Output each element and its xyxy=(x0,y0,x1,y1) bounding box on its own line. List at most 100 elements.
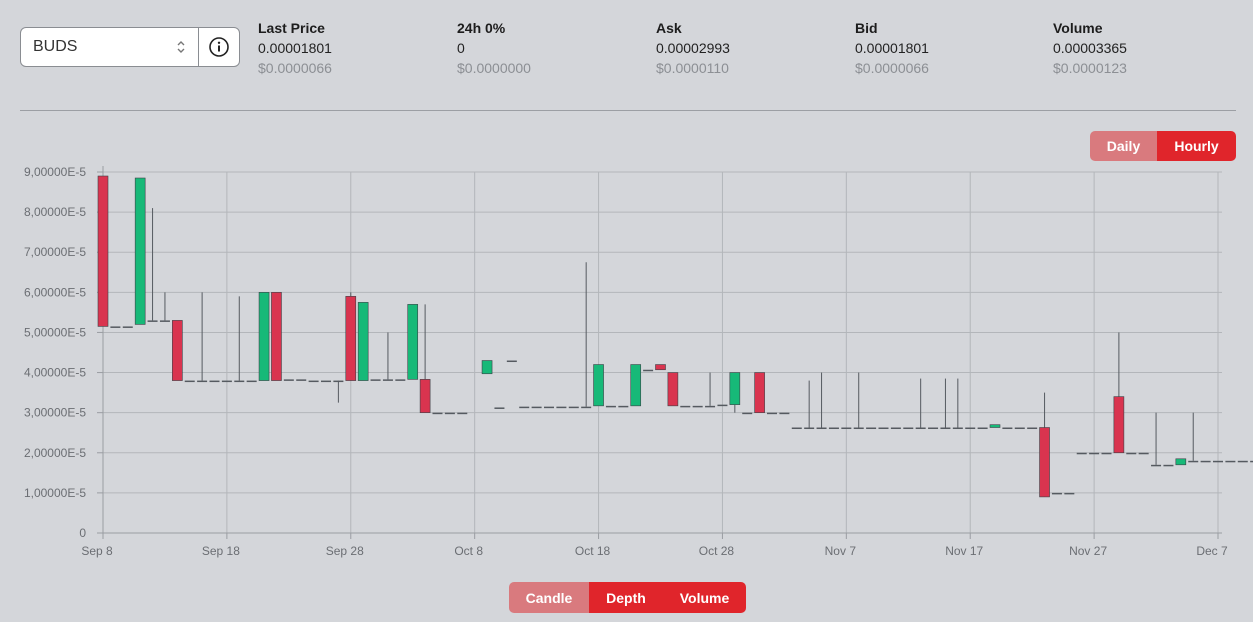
info-icon xyxy=(209,37,229,57)
candle-body xyxy=(866,427,877,430)
candle-body xyxy=(197,380,208,383)
candle-body xyxy=(457,412,468,415)
candle-body xyxy=(989,424,1001,428)
stat-ask: Ask 0.00002993 $0.0000110 xyxy=(656,18,730,78)
candle-body xyxy=(742,412,753,415)
stat-24h-change: 24h 0% 0 $0.0000000 xyxy=(457,18,531,78)
candle-body xyxy=(221,380,232,383)
candle-body xyxy=(1089,452,1100,455)
candle-body xyxy=(283,379,294,381)
candle-body xyxy=(692,405,703,408)
candle-body xyxy=(1064,492,1075,495)
candle-body xyxy=(1076,452,1087,455)
candle-body xyxy=(630,364,642,407)
stat-label: Last Price xyxy=(258,20,325,36)
x-tick-label: Oct 28 xyxy=(699,544,735,558)
stat-last-price: Last Price 0.00001801 $0.0000066 xyxy=(258,18,332,78)
candle-body xyxy=(531,406,542,409)
x-tick-label: Nov 7 xyxy=(825,544,857,558)
candle-body xyxy=(1101,452,1112,455)
candle-body xyxy=(593,364,604,407)
candlestick-chart: 0 1,00000E-5 2,00000E-5 3,00000E-5 4,00000E-… xyxy=(24,165,1253,558)
candle-button[interactable]: Candle xyxy=(509,582,589,613)
candle-body xyxy=(444,412,455,415)
y-tick-label: 4,00000E-5 xyxy=(24,366,86,380)
candle-body xyxy=(296,379,307,381)
token-select[interactable]: BUDS xyxy=(21,28,199,66)
candle-body xyxy=(258,292,270,381)
candle-body xyxy=(1188,460,1199,463)
candle-body xyxy=(246,380,257,383)
candle-body xyxy=(1163,464,1174,467)
candle-body xyxy=(1151,464,1162,467)
candle-body xyxy=(828,427,839,430)
candle-body xyxy=(853,427,864,430)
candle-body xyxy=(159,320,170,322)
candle-body xyxy=(568,406,579,409)
candle-body xyxy=(234,380,245,383)
token-select-value: BUDS xyxy=(33,38,78,55)
candle-body xyxy=(977,427,988,430)
header-divider xyxy=(20,110,1236,111)
candle-body xyxy=(680,405,691,408)
candle-body xyxy=(333,380,344,383)
volume-button[interactable]: Volume xyxy=(663,582,746,613)
stat-usd-value: $0.0000066 xyxy=(258,60,332,76)
x-tick-label: Nov 17 xyxy=(945,544,983,558)
candle-body xyxy=(791,427,802,430)
candle-body xyxy=(667,372,679,407)
stat-label: 24h 0% xyxy=(457,20,506,36)
stat-bid: Bid 0.00001801 $0.0000066 xyxy=(855,18,929,78)
candle-body xyxy=(841,427,852,430)
candle-body xyxy=(1175,458,1187,466)
y-tick-label: 2,00000E-5 xyxy=(24,446,86,460)
candle-body xyxy=(1027,427,1038,430)
stat-usd-value: $0.0000066 xyxy=(855,60,929,76)
y-tick-label: 6,00000E-5 xyxy=(24,285,86,299)
x-tick-label: Sep 18 xyxy=(202,544,240,558)
x-tick-label: Sep 8 xyxy=(81,544,113,558)
candle-body xyxy=(97,175,109,327)
x-tick-label: Nov 27 xyxy=(1069,544,1107,558)
candle-body xyxy=(308,380,319,383)
candle-body xyxy=(271,292,282,381)
info-button[interactable] xyxy=(199,28,239,66)
candle-body xyxy=(890,427,901,430)
candle-body xyxy=(556,406,567,409)
x-tick-label: Oct 8 xyxy=(454,544,483,558)
candle-body xyxy=(544,406,554,409)
candle-body xyxy=(940,427,951,430)
candle-body xyxy=(878,427,889,430)
candle-body xyxy=(357,302,369,381)
candle-body xyxy=(605,405,616,408)
candle-body xyxy=(370,379,381,381)
candle-body xyxy=(419,379,431,413)
candle-body xyxy=(382,379,393,381)
token-selector[interactable]: BUDS xyxy=(20,27,240,67)
candle-body xyxy=(494,407,505,409)
candle-body xyxy=(1002,427,1013,430)
stat-volume: Volume 0.00003365 $0.0000123 xyxy=(1053,18,1127,78)
chevron-updown-icon xyxy=(177,41,185,53)
candle-body xyxy=(345,296,357,381)
depth-button[interactable]: Depth xyxy=(589,582,663,613)
candle-body xyxy=(903,427,914,430)
stat-value: 0.00003365 xyxy=(1053,40,1127,56)
candle-body xyxy=(754,372,765,413)
candle-body xyxy=(134,177,146,325)
stat-usd-value: $0.0000000 xyxy=(457,60,531,76)
candle-body xyxy=(209,380,220,383)
candle-body xyxy=(1051,492,1062,495)
candle-body xyxy=(1200,460,1211,463)
candle-body xyxy=(618,405,629,408)
candle-body xyxy=(965,427,976,430)
candle-body xyxy=(581,406,592,409)
candle-body xyxy=(1225,460,1236,463)
candle-body xyxy=(321,380,331,383)
candle-body xyxy=(1126,452,1137,455)
candle-body xyxy=(506,360,517,363)
y-tick-label: 8,00000E-5 xyxy=(24,205,86,219)
y-tick-label: 7,00000E-5 xyxy=(24,245,86,259)
x-tick-label: Dec 7 xyxy=(1196,544,1228,558)
stat-value: 0.00001801 xyxy=(855,40,929,56)
